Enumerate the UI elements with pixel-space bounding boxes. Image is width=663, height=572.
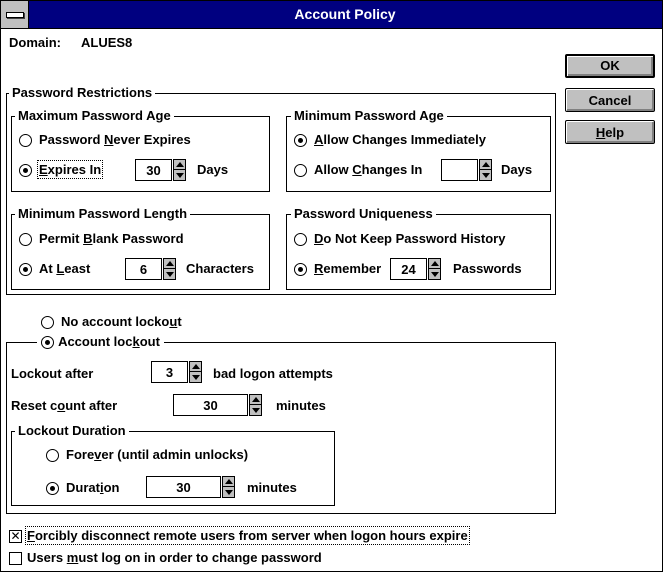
never-expires-radio[interactable]	[19, 134, 32, 147]
help-button[interactable]: Help	[565, 120, 655, 144]
lockout-after-label: Lockout after	[11, 366, 94, 381]
duration-radio[interactable]	[46, 482, 59, 495]
password-uniqueness-title: Password Uniqueness	[291, 207, 436, 221]
at-least-label: At Least	[39, 261, 91, 276]
allow-changes-in-days-input[interactable]	[441, 159, 478, 181]
domain-label: Domain:	[9, 35, 61, 50]
expires-in-days-input[interactable]: 30	[135, 159, 172, 181]
remember-count-input[interactable]: 24	[390, 258, 427, 280]
account-policy-window: Account Policy Domain: ALUES8 OK Cancel …	[0, 0, 663, 572]
forever-label: Forever (until admin unlocks)	[66, 447, 249, 462]
remember-label: Remember	[314, 261, 382, 276]
account-lockout-radio[interactable]	[41, 336, 54, 349]
password-restrictions-title: Password Restrictions	[9, 86, 156, 100]
forcibly-disconnect-checkbox[interactable]: ✕	[9, 530, 22, 543]
expires-in-days-suffix: Days	[197, 162, 229, 177]
allow-immediately-radio[interactable]	[294, 134, 307, 147]
duration-label: Duration	[66, 480, 120, 495]
reset-count-label: Reset count after	[11, 398, 118, 413]
allow-changes-in-days-suffix: Days	[501, 162, 533, 177]
allow-changes-in-radio[interactable]	[294, 164, 307, 177]
max-password-age-title: Maximum Password Age	[15, 109, 174, 123]
reset-count-suffix: minutes	[276, 398, 326, 413]
never-expires-label: Password Never Expires	[39, 132, 191, 147]
lockout-after-spinner[interactable]	[189, 361, 202, 383]
no-account-lockout-radio[interactable]	[41, 316, 54, 329]
window-title: Account Policy	[294, 6, 396, 22]
expires-in-label: Expires In	[36, 160, 104, 179]
help-label-post: elp	[605, 125, 625, 140]
account-lockout-title: Account lockout	[37, 335, 164, 349]
remember-count-suffix: Passwords	[453, 261, 522, 276]
min-password-age-group	[286, 116, 551, 192]
must-logon-label: Users must log on in order to change pas…	[27, 550, 322, 565]
cancel-button[interactable]: Cancel	[565, 88, 655, 112]
duration-minutes-suffix: minutes	[247, 480, 297, 495]
title-bar: Account Policy	[1, 1, 662, 29]
at-least-radio[interactable]	[19, 263, 32, 276]
remember-count-spinner[interactable]	[428, 258, 441, 280]
ok-button[interactable]: OK	[565, 54, 655, 78]
duration-minutes-spinner[interactable]	[222, 476, 235, 498]
min-length-input[interactable]: 6	[125, 258, 162, 280]
duration-minutes-input[interactable]: 30	[146, 476, 221, 498]
permit-blank-radio[interactable]	[19, 233, 32, 246]
system-menu-button[interactable]	[1, 1, 29, 28]
min-password-age-title: Minimum Password Age	[291, 109, 447, 123]
expires-in-radio[interactable]	[19, 164, 32, 177]
allow-changes-in-label: Allow Changes In	[314, 162, 423, 177]
help-label-access-key: H	[595, 125, 606, 140]
remember-radio[interactable]	[294, 263, 307, 276]
permit-blank-label: Permit Blank Password	[39, 231, 184, 246]
min-length-suffix: Characters	[186, 261, 254, 276]
reset-count-input[interactable]: 30	[173, 394, 248, 416]
allow-immediately-label: Allow Changes Immediately	[314, 132, 486, 147]
reset-count-spinner[interactable]	[249, 394, 262, 416]
no-history-label: Do Not Keep Password History	[314, 231, 506, 246]
no-history-radio[interactable]	[294, 233, 307, 246]
min-length-spinner[interactable]	[163, 258, 176, 280]
lockout-after-input[interactable]: 3	[151, 361, 188, 383]
forcibly-disconnect-label: Forcibly disconnect remote users from se…	[25, 526, 470, 545]
system-menu-icon	[6, 12, 24, 18]
no-account-lockout-label: No account lockout	[61, 314, 182, 329]
allow-changes-in-spinner[interactable]	[479, 159, 492, 181]
lockout-after-suffix: bad logon attempts	[213, 366, 333, 381]
forever-radio[interactable]	[46, 449, 59, 462]
lockout-duration-title: Lockout Duration	[15, 424, 129, 438]
must-logon-checkbox[interactable]	[9, 552, 22, 565]
expires-in-spinner[interactable]	[173, 159, 186, 181]
min-password-length-title: Minimum Password Length	[15, 207, 191, 221]
domain-value: ALUES8	[81, 35, 133, 50]
